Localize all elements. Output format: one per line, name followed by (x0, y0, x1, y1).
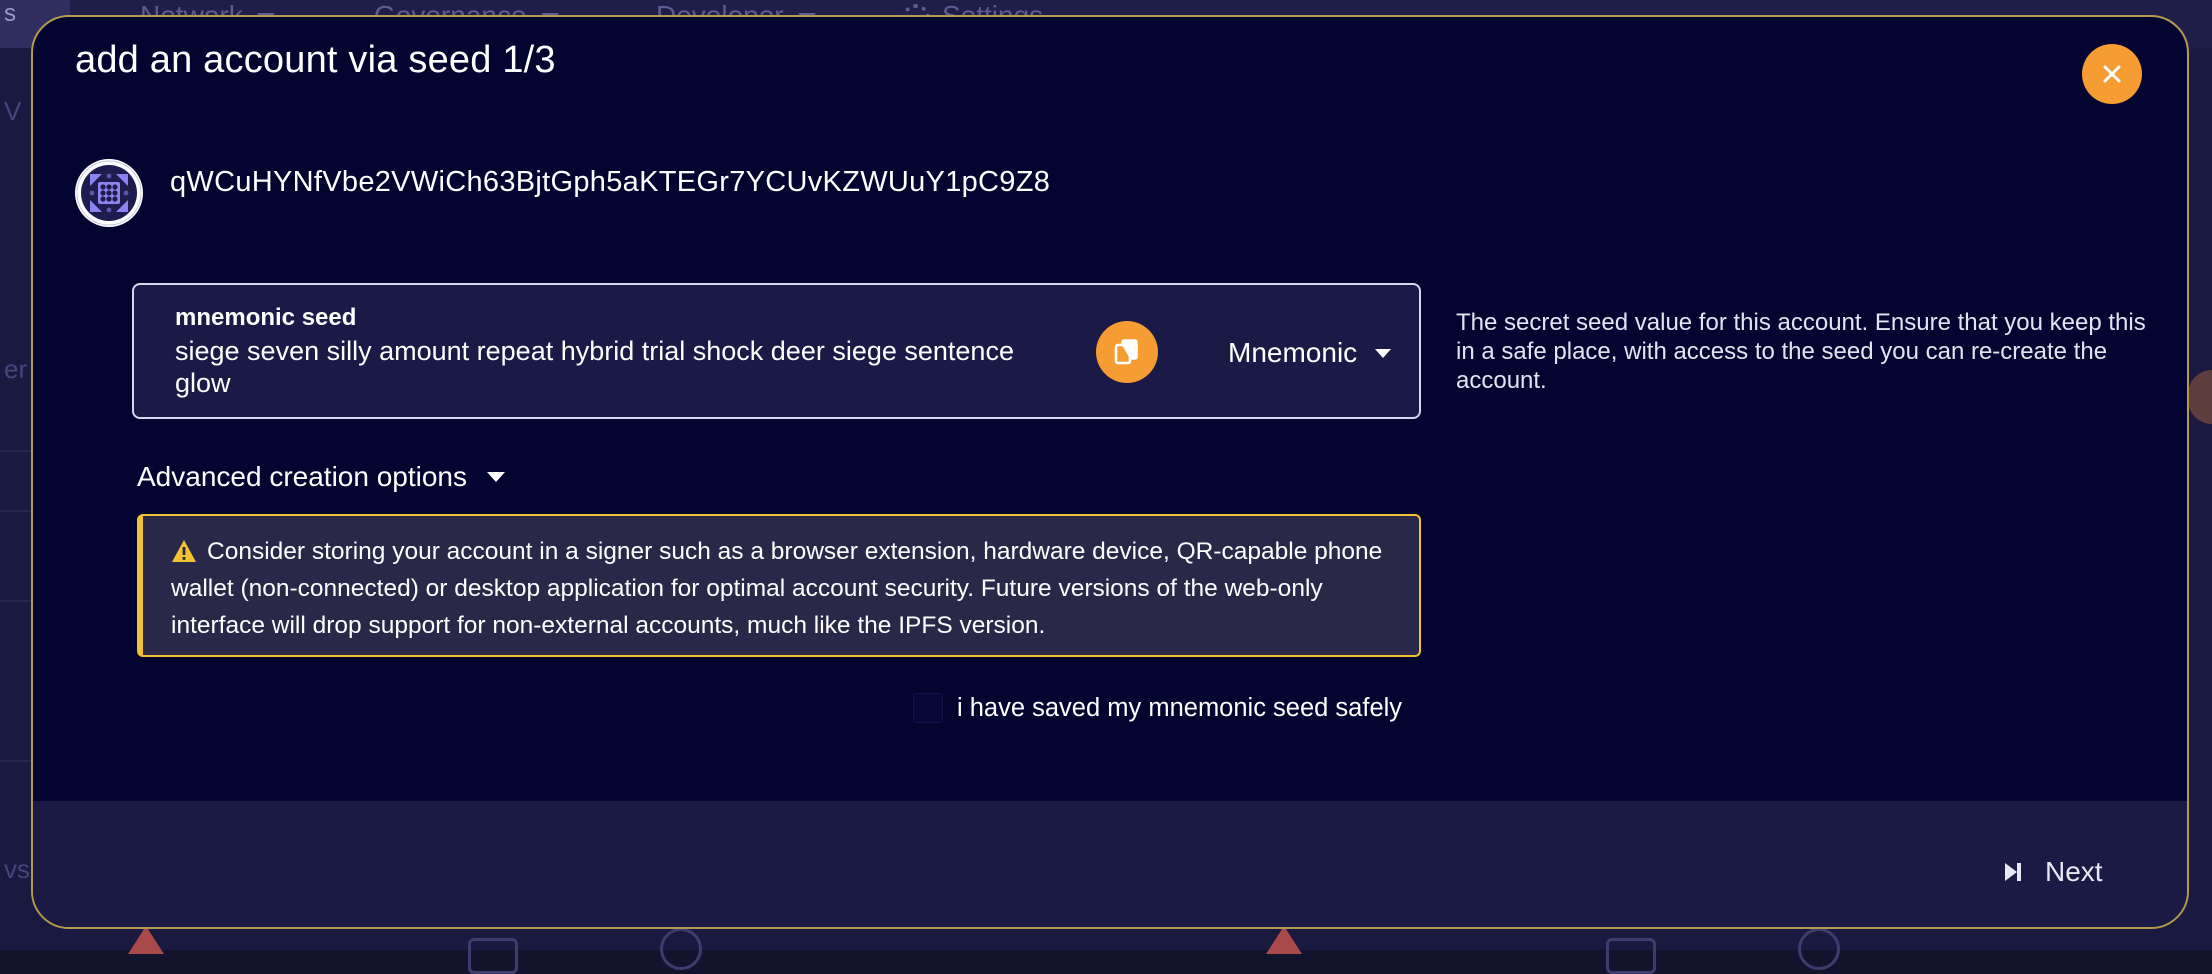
saved-seed-checkbox[interactable] (913, 693, 943, 723)
security-warning-message: Consider storing your account in a signe… (171, 533, 1411, 644)
saved-seed-confirmation[interactable]: i have saved my mnemonic seed safely (913, 693, 1402, 723)
background-icon (660, 928, 702, 970)
advanced-options-toggle[interactable]: Advanced creation options (137, 461, 505, 493)
copy-icon (1114, 339, 1138, 365)
background-icon (468, 938, 518, 974)
mnemonic-seed-label: mnemonic seed (175, 304, 357, 331)
next-label: Next (2045, 856, 2103, 887)
chevron-down-icon (487, 472, 505, 482)
step-forward-icon (2005, 863, 2021, 881)
background-icon (1606, 938, 1656, 974)
security-warning: Consider storing your account in a signe… (137, 514, 1421, 657)
background-chain-tag-label: s (4, 0, 16, 27)
chevron-down-icon (1375, 349, 1391, 358)
background-divider (0, 510, 32, 512)
next-button[interactable]: Next (2003, 856, 2103, 888)
background-icon (1798, 928, 1840, 970)
background-divider (0, 600, 32, 602)
modal-footer: Next (33, 801, 2187, 927)
account-address: qWCuHYNfVbe2VWiCh63BjtGph5aKTEGr7YCUvKZW… (170, 166, 1051, 198)
background-button (2188, 370, 2212, 424)
close-button[interactable] (2082, 44, 2142, 104)
background-side-text: V (4, 96, 22, 126)
close-icon (2103, 65, 2121, 83)
mnemonic-seed-field[interactable]: mnemonic seed siege seven silly amount r… (132, 283, 1421, 419)
background-side-text: vs (4, 854, 30, 884)
seed-type-selected: Mnemonic (1228, 337, 1358, 368)
seed-type-select[interactable]: Mnemonic (1204, 313, 1404, 393)
account-avatar[interactable] (75, 159, 143, 227)
security-warning-text: Consider storing your account in a signe… (171, 538, 1383, 639)
identicon-icon (76, 160, 142, 226)
mnemonic-seed-value[interactable]: siege seven silly amount repeat hybrid t… (175, 335, 1075, 399)
saved-seed-label[interactable]: i have saved my mnemonic seed safely (957, 694, 1402, 723)
background-divider (0, 450, 32, 452)
advanced-options-label: Advanced creation options (137, 461, 467, 492)
background-divider (0, 760, 32, 762)
modal-title: add an account via seed 1/3 (75, 39, 556, 81)
warning-icon (171, 537, 197, 574)
copy-seed-button[interactable] (1096, 321, 1158, 383)
seed-help-text: The secret seed value for this account. … (1456, 309, 2146, 394)
add-account-modal: add an account via seed 1/3 qWCuHYNfVbe2… (31, 15, 2189, 929)
